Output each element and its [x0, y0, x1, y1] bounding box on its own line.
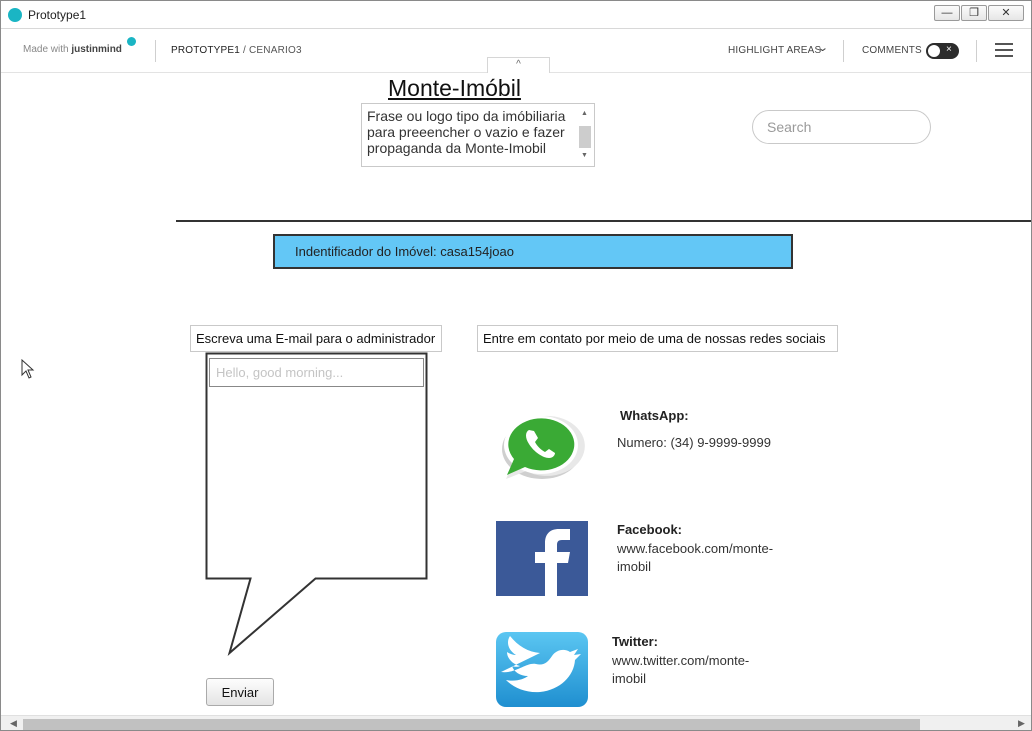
twitter-url[interactable]: www.twitter.com/monte-imobil — [612, 652, 772, 688]
comments-label: COMMENTS — [862, 45, 922, 56]
mouse-pointer-icon — [21, 359, 35, 379]
restore-button[interactable]: ❐ — [961, 5, 987, 21]
scroll-left-arrow-icon[interactable]: ◀ — [10, 718, 17, 729]
scroll-thumb[interactable] — [579, 126, 591, 148]
whatsapp-number: Numero: (34) 9-9999-9999 — [617, 435, 771, 450]
facebook-f-glyph — [535, 529, 570, 596]
minimize-button[interactable]: — — [934, 5, 960, 21]
scroll-up-arrow-icon[interactable]: ▲ — [581, 110, 588, 117]
email-section-label: Escreva uma E-mail para o administrador — [190, 325, 442, 352]
search-input[interactable] — [752, 110, 931, 144]
scroll-down-arrow-icon[interactable]: ▼ — [581, 152, 588, 159]
divider — [155, 40, 156, 62]
close-button[interactable]: ✕ — [988, 5, 1024, 21]
whatsapp-name: WhatsApp: — [620, 408, 689, 423]
speech-bubble-shape — [205, 352, 428, 656]
divider — [843, 40, 844, 62]
property-identifier: Indentificador do Imóvel: casa154joao — [295, 244, 514, 259]
brand-name: justinmind — [71, 44, 122, 55]
toggle-knob — [928, 45, 940, 57]
site-title[interactable]: Monte-Imóbil — [388, 75, 521, 102]
header-divider — [176, 220, 1031, 222]
email-message-input[interactable] — [209, 358, 424, 387]
breadcrumb: PROTOTYPE1 / CENARIO3 — [171, 45, 302, 56]
highlight-areas-button[interactable]: HIGHLIGHT AREAS — [728, 45, 821, 56]
collapse-toolbar-button[interactable]: ^ — [487, 57, 550, 73]
breadcrumb-project[interactable]: PROTOTYPE1 — [171, 45, 240, 56]
horizontal-scroll-thumb[interactable] — [23, 719, 920, 730]
comments-toggle[interactable]: × — [926, 43, 959, 59]
facebook-icon[interactable] — [496, 521, 588, 596]
breadcrumb-screen: / CENARIO3 — [240, 45, 302, 56]
brand-dot-icon — [127, 37, 136, 46]
made-with-text: Made with — [23, 44, 69, 55]
twitter-icon[interactable] — [496, 632, 588, 707]
slogan-text: Frase ou logo tipo da imóbiliaria para p… — [367, 108, 566, 156]
toggle-off-icon: × — [946, 44, 952, 55]
chevron-up-icon: ^ — [516, 59, 521, 70]
contact-section-label: Entre em contato por meio de uma de noss… — [477, 325, 838, 352]
slogan-scrollbar[interactable]: ▲ ▼ — [577, 104, 594, 166]
hamburger-menu-icon[interactable] — [995, 43, 1013, 57]
send-button[interactable]: Enviar — [206, 678, 274, 706]
facebook-name: Facebook: — [617, 522, 683, 537]
made-with-logo[interactable]: Made with justinmind — [23, 44, 122, 55]
app-icon — [8, 8, 22, 22]
window-title: Prototype1 — [28, 8, 87, 22]
twitter-bird-glyph — [501, 636, 581, 693]
slogan-textarea[interactable]: Frase ou logo tipo da imóbiliaria para p… — [361, 103, 595, 167]
browser-window: Prototype1 — ❐ ✕ Made with justinmind PR… — [0, 0, 1032, 731]
twitter-name: Twitter: — [612, 634, 658, 649]
scroll-right-arrow-icon[interactable]: ▶ — [1018, 718, 1025, 729]
divider — [976, 40, 977, 62]
title-bar: Prototype1 — ❐ ✕ — [1, 1, 1031, 29]
horizontal-scrollbar[interactable]: ◀ ▶ — [1, 715, 1031, 730]
chevron-down-icon[interactable]: ⌄ — [816, 41, 829, 54]
property-identifier-box: Indentificador do Imóvel: casa154joao — [273, 234, 793, 269]
whatsapp-icon[interactable] — [496, 409, 586, 481]
facebook-url[interactable]: www.facebook.com/monte-imobil — [617, 540, 787, 576]
